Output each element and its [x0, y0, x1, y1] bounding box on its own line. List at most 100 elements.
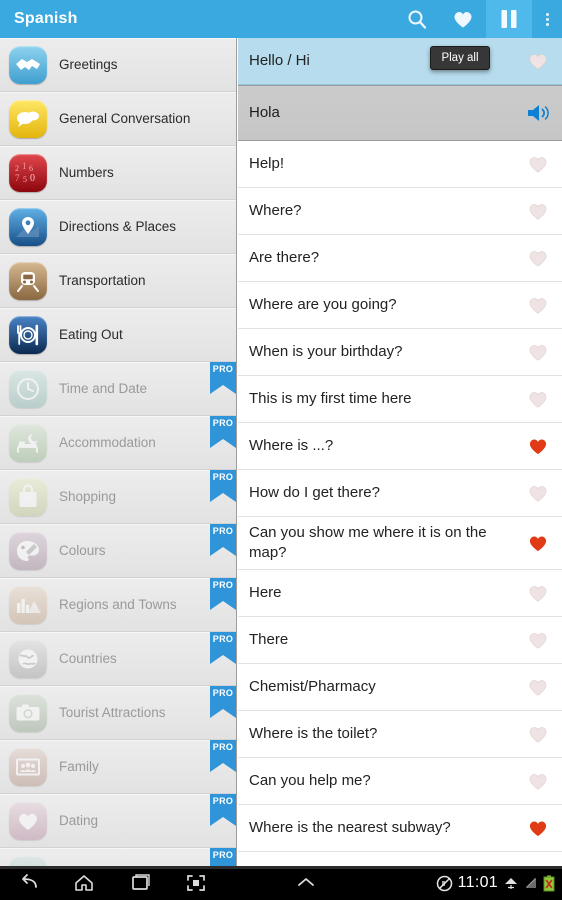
sidebar-item-dating[interactable]: Dating PRO	[0, 794, 236, 848]
search-icon[interactable]	[394, 0, 440, 38]
list-item[interactable]: Can you show me where it is on the map?	[238, 517, 562, 570]
cutlery-plate-icon	[9, 315, 47, 354]
pro-badge[interactable]: PRO	[210, 524, 236, 556]
sidebar-item-label: Directions & Places	[59, 219, 177, 234]
pro-badge[interactable]: PRO	[210, 686, 236, 718]
favorite-toggle[interactable]	[514, 248, 562, 268]
sidebar-item-family[interactable]: Family PRO	[0, 740, 236, 794]
list-item[interactable]: Hello / Hi	[238, 38, 562, 85]
favorite-toggle[interactable]	[514, 724, 562, 744]
sidebar-item-colours[interactable]: Colours PRO	[0, 524, 236, 578]
translation-row[interactable]: Hola	[238, 85, 562, 141]
sidebar-item-label: Eating Out	[59, 327, 123, 342]
overflow-menu-icon[interactable]	[532, 0, 562, 38]
phrase-text: Here	[249, 584, 282, 601]
phrase-list[interactable]: Hello / Hi Hola Help! Where? Are there?	[238, 38, 562, 866]
list-item[interactable]: Are there?	[238, 235, 562, 282]
sidebar-item-general-conversation[interactable]: General Conversation	[0, 92, 236, 146]
sidebar-item-label: Countries	[59, 651, 117, 666]
status-area: 11:01	[436, 874, 562, 892]
category-sidebar[interactable]: Greetings General Conversation 216750 Nu…	[0, 38, 237, 866]
empty-heart-icon	[529, 633, 547, 649]
list-item[interactable]: Where?	[238, 188, 562, 235]
phrase-text: When is your birthday?	[249, 343, 403, 360]
favorite-toggle[interactable]	[514, 583, 562, 603]
screenshot-button[interactable]	[168, 866, 224, 900]
phrase-text: Where is the toilet?	[249, 725, 378, 742]
list-item[interactable]: Where is the nearest subway?	[238, 805, 562, 852]
pro-badge[interactable]: PRO	[210, 470, 236, 502]
list-item[interactable]	[238, 852, 562, 866]
sidebar-item-partial[interactable]: PRO	[0, 848, 236, 866]
favorite-toggle[interactable]	[514, 771, 562, 791]
expand-button[interactable]	[278, 866, 334, 900]
empty-heart-icon	[529, 392, 547, 408]
list-item[interactable]: There	[238, 617, 562, 664]
sidebar-item-directions-places[interactable]: Directions & Places	[0, 200, 236, 254]
sidebar-item-tourist-attractions[interactable]: Tourist Attractions PRO	[0, 686, 236, 740]
palette-icon	[9, 531, 47, 570]
sidebar-item-shopping[interactable]: Shopping PRO	[0, 470, 236, 524]
list-item[interactable]: How do I get there?	[238, 470, 562, 517]
list-item[interactable]: Can you help me?	[238, 758, 562, 805]
pro-badge[interactable]: PRO	[210, 740, 236, 772]
sidebar-item-time-and-date[interactable]: Time and Date PRO	[0, 362, 236, 416]
list-item[interactable]: When is your birthday?	[238, 329, 562, 376]
pro-badge[interactable]: PRO	[210, 416, 236, 448]
empty-heart-icon	[529, 727, 547, 743]
scroll-indicator-track	[0, 866, 562, 869]
list-item[interactable]: Where is the toilet?	[238, 711, 562, 758]
pro-badge[interactable]: PRO	[210, 848, 236, 866]
favorite-toggle[interactable]	[514, 389, 562, 409]
empty-heart-icon	[529, 204, 547, 220]
app-header: Spanish	[0, 0, 562, 38]
sidebar-item-countries[interactable]: Countries PRO	[0, 632, 236, 686]
favorite-toggle[interactable]	[514, 201, 562, 221]
recents-button[interactable]	[112, 866, 168, 900]
sidebar-item-eating-out[interactable]: Eating Out	[0, 308, 236, 362]
heart-icon	[9, 801, 47, 840]
favorite-toggle[interactable]	[514, 630, 562, 650]
list-item[interactable]: This is my first time here	[238, 376, 562, 423]
back-button[interactable]	[0, 866, 56, 900]
favorite-toggle[interactable]	[514, 154, 562, 174]
pause-icon[interactable]	[486, 0, 532, 38]
favorite-toggle[interactable]	[514, 677, 562, 697]
sidebar-item-regions-and-towns[interactable]: Regions and Towns PRO	[0, 578, 236, 632]
svg-text:2: 2	[15, 164, 19, 173]
family-photo-icon	[9, 747, 47, 786]
pro-badge[interactable]: PRO	[210, 362, 236, 394]
sidebar-item-label: General Conversation	[59, 111, 191, 126]
list-item[interactable]: Chemist/Pharmacy	[238, 664, 562, 711]
phrase-text: Where are you going?	[249, 296, 397, 313]
pro-badge[interactable]: PRO	[210, 794, 236, 826]
filled-heart-icon	[529, 536, 547, 552]
list-item[interactable]: Where is ...?	[238, 423, 562, 470]
status-clock: 11:01	[457, 874, 498, 891]
speech-bubbles-icon	[9, 99, 47, 138]
home-button[interactable]	[56, 866, 112, 900]
speaker-icon[interactable]	[514, 102, 562, 124]
sidebar-item-accommodation[interactable]: Accommodation PRO	[0, 416, 236, 470]
app-root: Spanish Greetings General Conversation 2…	[0, 0, 562, 900]
favorite-toggle[interactable]	[514, 436, 562, 456]
svg-text:5: 5	[23, 175, 27, 184]
sidebar-item-numbers[interactable]: 216750 Numbers	[0, 146, 236, 200]
sidebar-item-greetings[interactable]: Greetings	[0, 38, 236, 92]
favorite-toggle[interactable]	[514, 342, 562, 362]
list-item[interactable]: Where are you going?	[238, 282, 562, 329]
pro-badge[interactable]: PRO	[210, 578, 236, 610]
sidebar-item-label: Shopping	[59, 489, 117, 504]
list-item[interactable]: Help!	[238, 141, 562, 188]
favorite-toggle[interactable]	[514, 483, 562, 503]
sidebar-item-transportation[interactable]: Transportation	[0, 254, 236, 308]
favorite-toggle[interactable]	[514, 533, 562, 553]
favorite-toggle[interactable]	[514, 818, 562, 838]
pro-badge[interactable]: PRO	[210, 632, 236, 664]
favorite-toggle[interactable]	[514, 295, 562, 315]
favorites-heart-icon[interactable]	[440, 0, 486, 38]
phrase-text: Where is the nearest subway?	[249, 819, 451, 836]
svg-text:0: 0	[30, 173, 35, 184]
favorite-toggle[interactable]	[514, 51, 562, 71]
list-item[interactable]: Here	[238, 570, 562, 617]
